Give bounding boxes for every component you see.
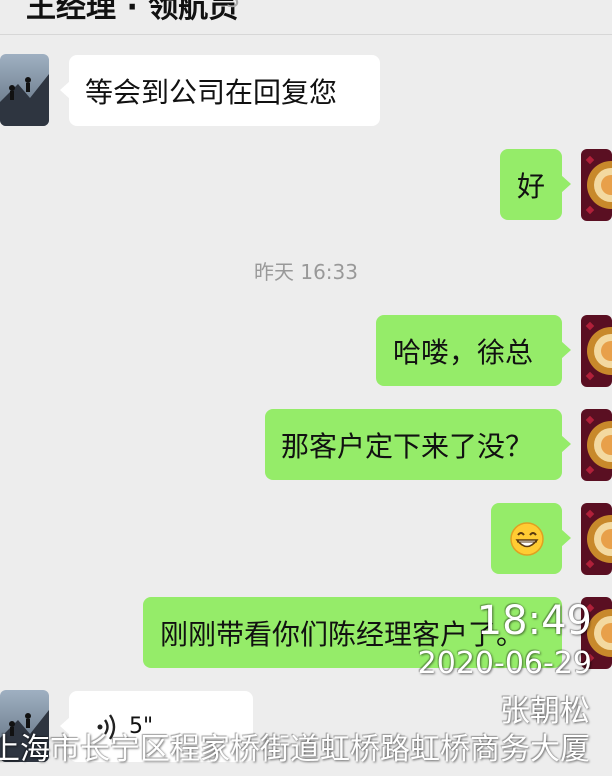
watermark-date: 2020-06-29 (417, 646, 592, 681)
my-avatar[interactable] (581, 503, 612, 575)
message-bubble-sent[interactable] (491, 503, 571, 574)
message-text: 等会到公司在回复您 (85, 75, 338, 109)
my-avatar[interactable] (581, 315, 612, 387)
message-bubble-sent[interactable]: 哈喽，徐总 (376, 315, 571, 386)
contact-avatar[interactable] (0, 54, 49, 126)
message-text: 那客户定下来了没？ (281, 429, 534, 463)
message-text: 哈喽，徐总 (393, 335, 534, 369)
message-text: 好 (516, 169, 545, 203)
watermark-time: 18:49 (476, 598, 592, 644)
grin-icon (509, 521, 544, 556)
message-bubble-sent[interactable]: 那客户定下来了没？ (265, 409, 571, 480)
message-bubble-sent[interactable]: 好 (500, 149, 571, 220)
member-count: 3 (226, 0, 240, 13)
my-avatar[interactable] (581, 409, 612, 481)
time-divider: 昨天 16:33 (254, 260, 358, 284)
my-avatar[interactable] (581, 149, 612, 221)
chat-title: 王经理 · 领航员 (26, 0, 239, 25)
message-bubble-received[interactable]: 等会到公司在回复您 (60, 55, 380, 126)
chat-header: 王经理 · 领航员 3 (0, 0, 612, 35)
watermark-location: 上海市长宁区程家桥街道虹桥路虹桥商务大厦 (0, 732, 590, 767)
